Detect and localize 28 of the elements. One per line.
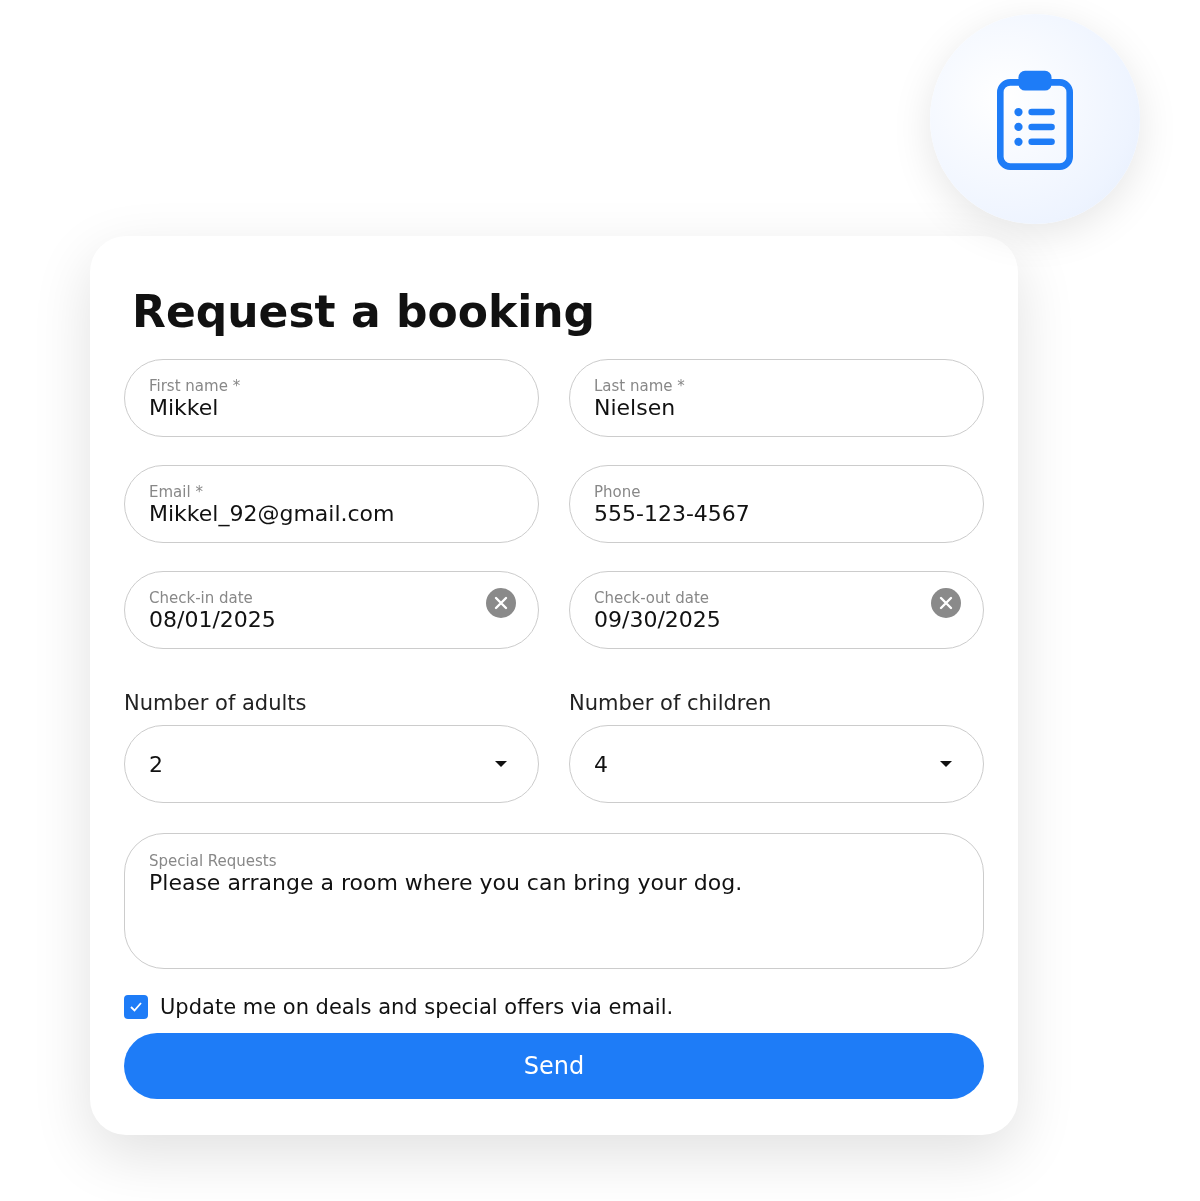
field-label: Last name * <box>594 376 685 395</box>
caret-icon <box>494 760 508 768</box>
clipboard-icon <box>997 68 1073 170</box>
field-label: Phone <box>594 482 641 501</box>
field-value: 555-123-4567 <box>594 500 751 526</box>
field-label: Number of children <box>569 691 773 715</box>
field-label: Check-in date <box>149 588 253 607</box>
field-label: Number of adults <box>124 691 308 715</box>
field-value: 08/01/2025 <box>149 606 277 632</box>
field-label: First name * <box>149 376 241 395</box>
clear-icon[interactable] <box>931 588 961 618</box>
field-value: Mikkel <box>149 394 220 420</box>
field-label: Special Requests <box>149 852 277 870</box>
form-title: Request a booking <box>132 286 597 337</box>
field-value: 09/30/2025 <box>594 606 722 632</box>
field-value: Mikkel_92@gmail.com <box>149 500 396 526</box>
checkbox-label: Update me on deals and special offers via email. <box>160 995 674 1019</box>
field-value: 2 <box>149 751 163 777</box>
clear-icon[interactable] <box>486 588 516 618</box>
caret-icon <box>939 760 953 768</box>
field-label: Check-out date <box>594 588 709 607</box>
field-value: Nielsen <box>594 394 677 420</box>
text-area[interactable]: Special Requests Please arrange a room where you can bring your dog. <box>124 833 984 969</box>
field-label: Email * <box>149 482 203 501</box>
field-value: Please arrange a room where you can bring your dog. <box>149 870 744 895</box>
checkbox[interactable] <box>124 995 148 1019</box>
send-button[interactable]: Send <box>124 1033 984 1099</box>
field-value: 4 <box>594 751 608 777</box>
